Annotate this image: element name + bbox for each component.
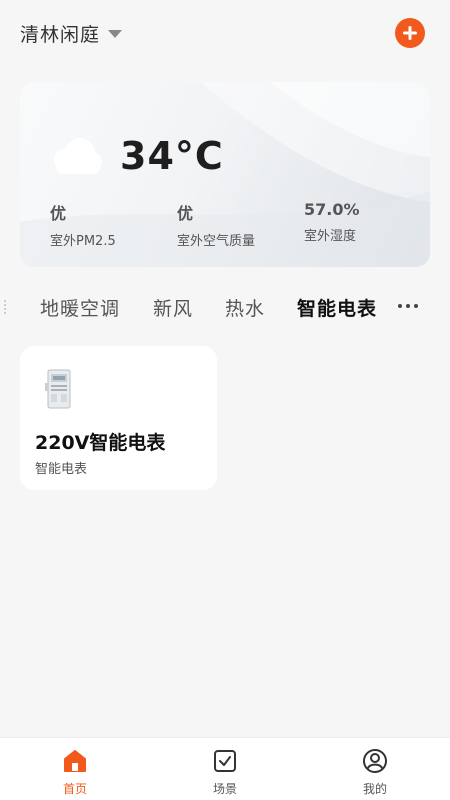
tab-floor-heating-ac[interactable]: 地暖空调 — [40, 294, 120, 321]
category-tabs: 地暖空调 新风 热水 智能电表 — [0, 288, 450, 328]
home-selector[interactable]: 清林闲庭 — [20, 20, 123, 47]
nav-home[interactable]: 首页 — [0, 738, 150, 800]
weather-card: 34°C 优 室外PM2.5 优 室外空气质量 57.0% 室外湿度 — [20, 82, 430, 267]
temperature: 34°C — [120, 134, 224, 178]
tab-fresh-air[interactable]: 新风 — [153, 294, 193, 321]
metric-label: 室外湿度 — [304, 229, 357, 244]
device-name: 220V智能电表 — [35, 432, 166, 454]
plus-icon — [403, 26, 417, 40]
metric-value: 优 — [50, 204, 67, 223]
profile-icon — [363, 749, 387, 773]
nav-profile[interactable]: 我的 — [300, 738, 450, 800]
add-button[interactable] — [395, 18, 425, 48]
metric-label: 室外空气质量 — [177, 234, 256, 249]
tab-hot-water[interactable]: 热水 — [225, 294, 265, 321]
metric-pm25: 优 室外PM2.5 — [50, 200, 116, 249]
metric-label: 室外PM2.5 — [50, 234, 116, 249]
metric-air-quality: 优 室外空气质量 — [177, 200, 255, 249]
scroll-indicator — [4, 300, 6, 314]
home-name: 清林闲庭 — [20, 24, 101, 46]
header: 清林闲庭 — [0, 0, 450, 64]
smart-meter-icon — [45, 369, 71, 409]
metric-value: 57.0% — [304, 200, 360, 219]
nav-label: 场景 — [212, 782, 237, 796]
device-card[interactable]: 220V智能电表 智能电表 — [20, 346, 217, 490]
device-type: 智能电表 — [35, 462, 88, 477]
checkbox-icon — [214, 750, 236, 772]
metric-humidity: 57.0% 室外湿度 — [304, 200, 360, 244]
nav-label: 我的 — [362, 782, 387, 796]
bottom-nav: 首页 场景 我的 — [0, 737, 450, 800]
nav-scenes[interactable]: 场景 — [150, 738, 300, 800]
more-icon[interactable] — [398, 304, 418, 308]
cloudy-icon — [54, 138, 102, 174]
home-page: 清林闲庭 34°C 优 室外PM2.5 优 室外空气质量 57.0% 室外湿度 … — [0, 0, 450, 800]
metric-value: 优 — [177, 204, 194, 223]
nav-label: 首页 — [62, 782, 87, 796]
caret-down-icon — [108, 29, 123, 38]
home-icon — [64, 750, 86, 772]
tab-smart-meter[interactable]: 智能电表 — [297, 294, 377, 321]
